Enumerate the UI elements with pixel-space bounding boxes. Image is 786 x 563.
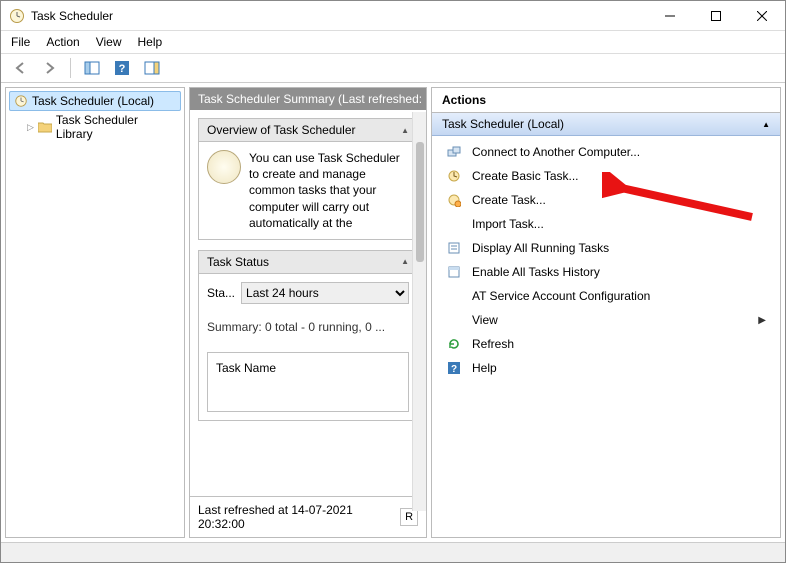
task-name-box[interactable]: Task Name [207,352,409,412]
create-task-icon [446,192,462,208]
maximize-button[interactable] [693,1,739,30]
import-icon [446,216,462,232]
window-controls [647,1,785,30]
action-label: Display All Running Tasks [472,241,609,255]
action-create-task[interactable]: Create Task... [432,188,780,212]
close-button[interactable] [739,1,785,30]
actions-list: Connect to Another Computer... Create Ba… [432,136,780,384]
show-hide-tree-button[interactable] [80,57,104,79]
action-label: AT Service Account Configuration [472,289,650,303]
action-label: Import Task... [472,217,544,231]
action-connect[interactable]: Connect to Another Computer... [432,140,780,164]
menu-file[interactable]: File [11,35,30,49]
title-bar: Task Scheduler [1,1,785,31]
status-bar [1,542,785,562]
menu-action[interactable]: Action [46,35,79,49]
action-display-running[interactable]: Display All Running Tasks [432,236,780,260]
action-label: Refresh [472,337,514,351]
blank-icon [446,312,462,328]
toolbar: ? [1,54,785,83]
menu-help[interactable]: Help [138,35,163,49]
actions-pane: Actions Task Scheduler (Local) ▲ Connect… [431,87,781,538]
svg-text:?: ? [451,364,457,375]
clock-icon [9,8,25,24]
menu-bar: File Action View Help [1,31,785,54]
collapse-icon[interactable]: ▲ [762,120,770,129]
menu-view[interactable]: View [96,35,122,49]
action-enable-history[interactable]: Enable All Tasks History [432,260,780,284]
connect-icon [446,144,462,160]
window-title: Task Scheduler [31,9,647,23]
basic-task-icon [446,168,462,184]
overview-section: Overview of Task Scheduler ▲ You can use… [198,118,418,240]
status-label: Sta... [207,286,235,300]
collapse-icon[interactable]: ▲ [401,126,409,135]
history-icon [446,264,462,280]
forward-button[interactable] [37,57,61,79]
overview-text: You can use Task Scheduler to create and… [249,150,409,231]
summary-header: Task Scheduler Summary (Last refreshed: … [190,88,426,110]
svg-text:?: ? [119,63,126,75]
refresh-icon [446,336,462,352]
actions-title: Actions [432,88,780,113]
action-import-task[interactable]: Import Task... [432,212,780,236]
minimize-button[interactable] [647,1,693,30]
action-label: Help [472,361,497,375]
actions-scope-header[interactable]: Task Scheduler (Local) ▲ [432,113,780,136]
overview-title: Overview of Task Scheduler [207,123,356,137]
collapse-icon[interactable]: ▲ [401,257,409,266]
console-tree[interactable]: Task Scheduler (Local) ▷ Task Scheduler … [5,87,185,538]
tree-root-label: Task Scheduler (Local) [32,94,154,108]
last-refreshed: Last refreshed at 14-07-2021 20:32:00 [198,503,400,531]
action-view[interactable]: View ▶ [432,308,780,332]
task-status-section: Task Status ▲ Sta... Last 24 hours Summa… [198,250,418,421]
submenu-arrow-icon: ▶ [758,315,766,326]
action-at-config[interactable]: AT Service Account Configuration [432,284,780,308]
task-name-header: Task Name [216,361,276,375]
expand-icon[interactable]: ▷ [27,122,34,133]
action-label: Create Basic Task... [472,169,579,183]
folder-icon [38,121,52,133]
clock-icon [207,150,241,184]
summary-scrollbar[interactable] [412,112,426,511]
summary-pane: Task Scheduler Summary (Last refreshed: … [189,87,427,538]
tree-library-label: Task Scheduler Library [56,113,177,141]
action-label: Connect to Another Computer... [472,145,640,159]
action-refresh[interactable]: Refresh [432,332,780,356]
action-label: Enable All Tasks History [472,265,600,279]
status-summary: Summary: 0 total - 0 running, 0 ... [207,320,409,334]
tree-item-library[interactable]: ▷ Task Scheduler Library [23,111,181,143]
blank-icon [446,288,462,304]
running-tasks-icon [446,240,462,256]
help-button[interactable]: ? [110,57,134,79]
status-period-select[interactable]: Last 24 hours [241,282,409,304]
back-button[interactable] [9,57,33,79]
task-status-title: Task Status [207,255,269,269]
show-hide-action-pane-button[interactable] [140,57,164,79]
tree-root[interactable]: Task Scheduler (Local) [9,91,181,111]
clock-icon [14,94,28,108]
action-help[interactable]: ? Help [432,356,780,380]
action-label: Create Task... [472,193,546,207]
action-create-basic-task[interactable]: Create Basic Task... [432,164,780,188]
help-icon: ? [446,360,462,376]
action-label: View [472,313,498,327]
actions-scope-label: Task Scheduler (Local) [442,117,564,131]
